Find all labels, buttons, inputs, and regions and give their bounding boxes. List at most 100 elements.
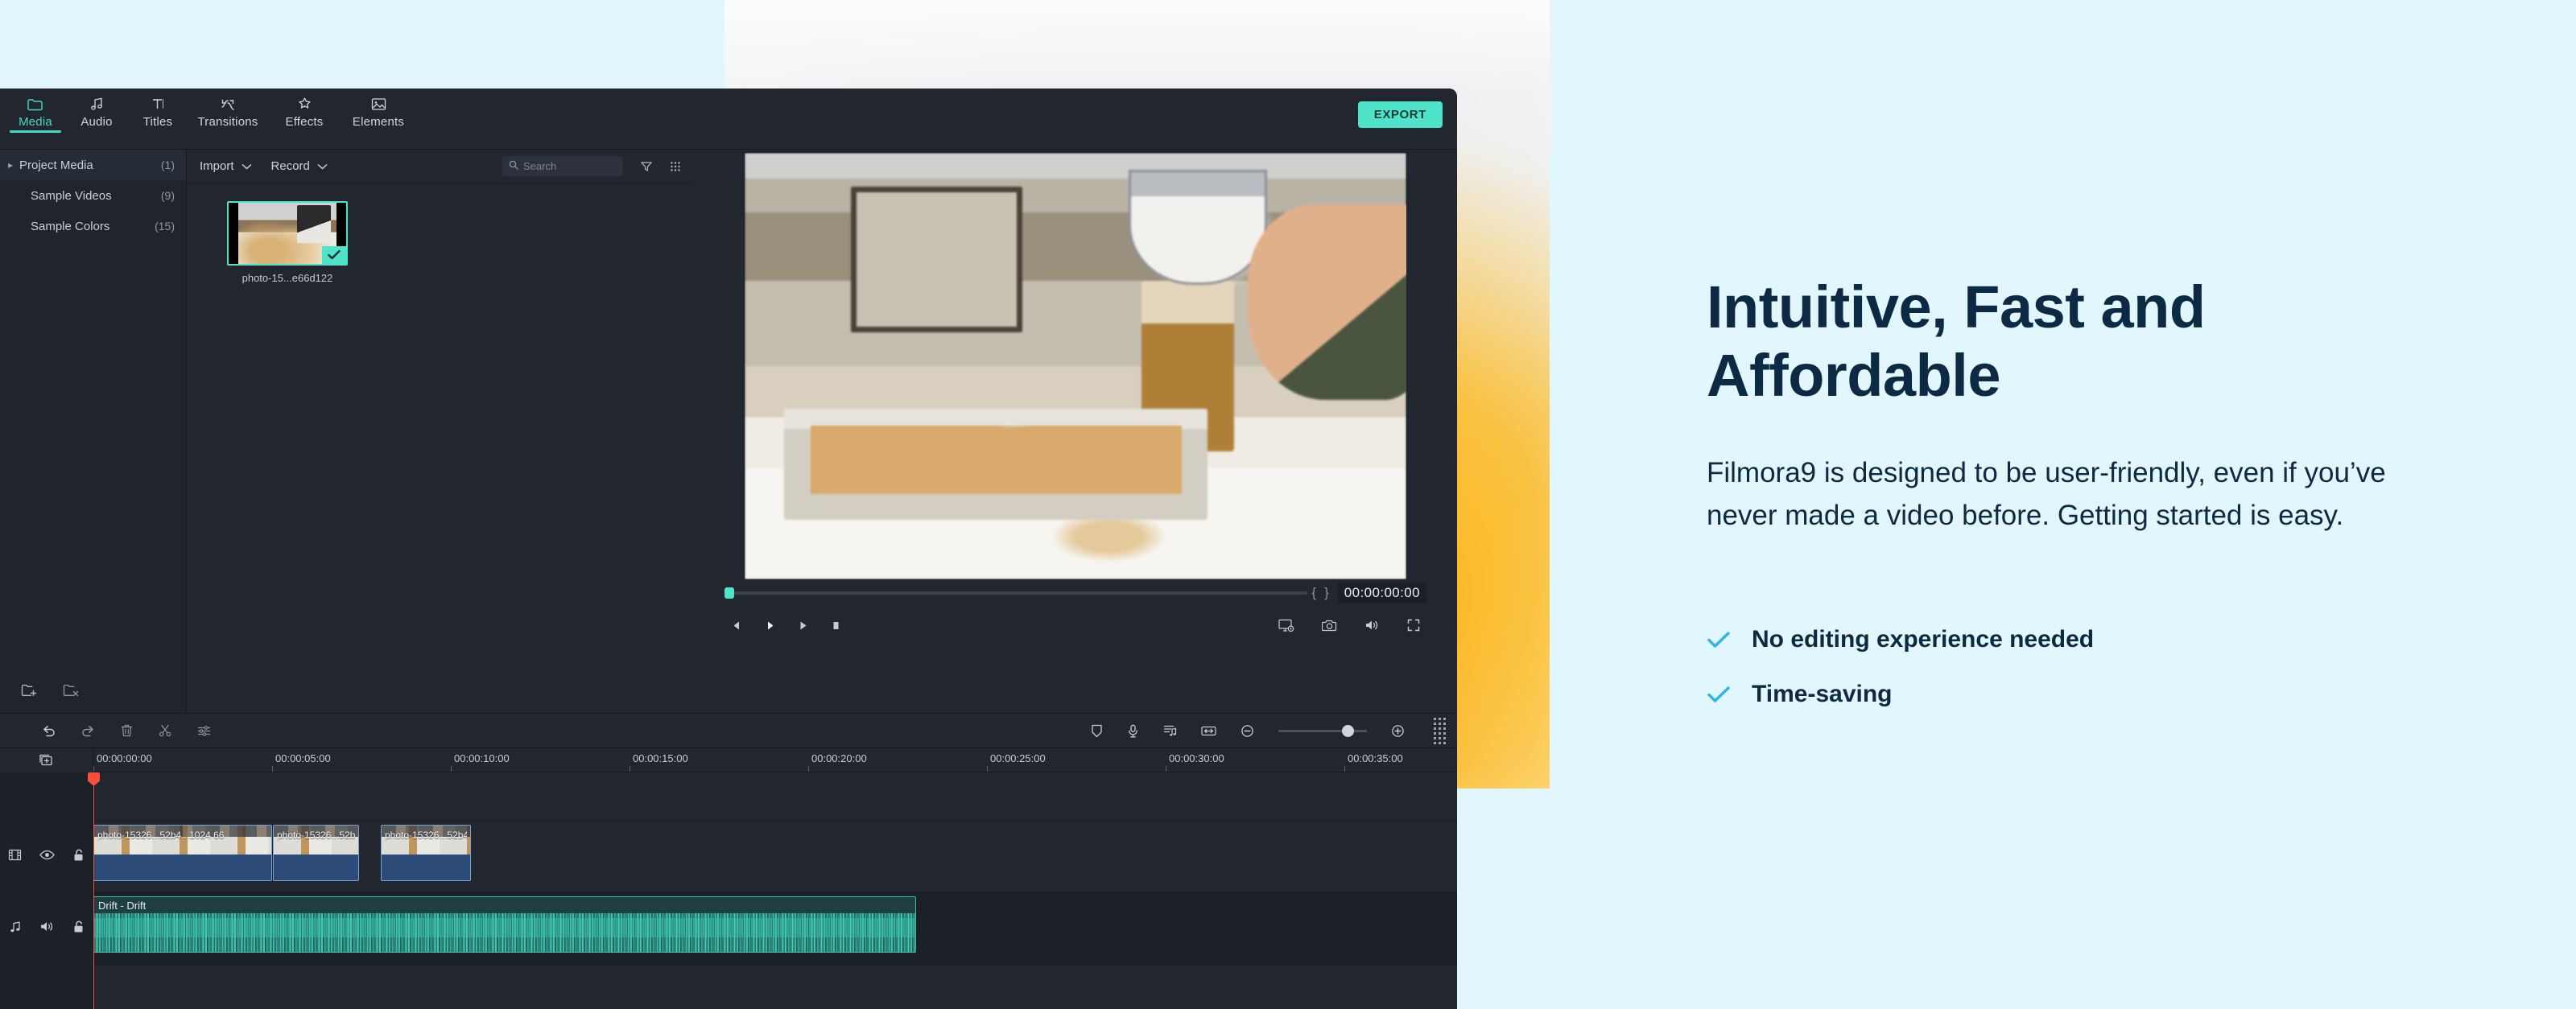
promo-feature-label: No editing experience needed <box>1752 625 2095 653</box>
preview-scrubber-handle[interactable] <box>724 587 734 599</box>
add-track-button[interactable] <box>0 748 93 772</box>
fit-to-timeline-icon[interactable] <box>1201 725 1216 737</box>
ruler-tick-label: 00:00:00:00 <box>97 752 152 764</box>
track-header-audio <box>0 893 93 964</box>
mark-in-button[interactable]: { <box>1307 585 1320 601</box>
preview-scrubber[interactable] <box>724 587 1308 599</box>
redo-icon[interactable] <box>81 725 95 737</box>
undo-icon[interactable] <box>42 725 56 737</box>
adjust-sliders-icon[interactable] <box>197 725 211 737</box>
color-shield-icon[interactable] <box>1091 724 1103 738</box>
import-dropdown[interactable]: Import <box>200 159 252 173</box>
mark-out-button[interactable]: } <box>1320 585 1333 601</box>
unlock-icon[interactable] <box>72 920 85 937</box>
volume-icon[interactable] <box>1364 619 1380 632</box>
timeline-track-audio: Drift - Drift <box>0 893 1457 965</box>
tab-effects[interactable]: Effects <box>267 89 341 129</box>
background-top-fade <box>724 0 1550 97</box>
record-label: Record <box>270 159 310 173</box>
search-input[interactable]: Search <box>502 156 623 176</box>
transition-arrows-icon <box>220 95 236 113</box>
tab-audio[interactable]: Audio <box>66 89 127 129</box>
eye-visible-icon[interactable] <box>39 850 55 864</box>
tab-media[interactable]: Media <box>5 89 66 133</box>
scene-cookie-dough <box>811 426 1182 494</box>
previous-frame-icon[interactable] <box>731 620 743 632</box>
media-browser-panel: Import Record Search photo-15...e66d122 <box>187 150 694 713</box>
timeline-zoom-handle[interactable] <box>1342 724 1355 737</box>
main-tab-bar: Media Audio Titles Transitions Effects E… <box>0 89 1457 150</box>
export-button[interactable]: EXPORT <box>1357 101 1443 128</box>
library-item-project-media[interactable]: ▸ Project Media (1) <box>0 150 186 180</box>
clip-name-label: photo-15326...52b4...1024 66 <box>385 830 467 841</box>
tab-elements-label: Elements <box>352 115 405 129</box>
image-icon <box>371 95 386 113</box>
video-preview[interactable] <box>745 153 1406 579</box>
detach-audio-icon[interactable] <box>1163 724 1177 737</box>
film-strip-icon[interactable] <box>8 849 22 865</box>
add-folder-icon[interactable] <box>21 683 39 702</box>
timeline-video-clip[interactable]: photo-15326...52b4...1024 66 <box>273 825 359 881</box>
chevron-right-icon: ▸ <box>8 159 14 171</box>
tab-titles[interactable]: Titles <box>127 89 188 129</box>
check-icon <box>1707 630 1731 649</box>
timeline-zoom-slider[interactable] <box>1278 724 1367 737</box>
track-body-spacer[interactable] <box>93 965 1457 1009</box>
import-label: Import <box>200 159 234 173</box>
unlock-icon[interactable] <box>72 849 85 866</box>
voiceover-mic-icon[interactable] <box>1127 724 1139 738</box>
ruler-tick-label: 00:00:35:00 <box>1348 752 1403 764</box>
delete-icon[interactable] <box>121 724 133 737</box>
ruler-tick-label: 00:00:20:00 <box>811 752 867 764</box>
clip-name-label: photo-15326...52b4...1024 66 <box>277 830 355 841</box>
timeline-video-clip[interactable]: photo-15326...52b4...1024 66 <box>93 825 272 881</box>
text-t-icon <box>151 95 165 113</box>
search-icon <box>509 159 518 174</box>
remove-folder-icon[interactable] <box>63 683 80 702</box>
scene-flour-sifter <box>1128 170 1268 286</box>
zoom-out-button[interactable] <box>1241 724 1254 738</box>
track-body-video[interactable]: photo-15326...52b4...1024 66 photo-15326.… <box>93 822 1457 892</box>
grid-view-icon[interactable] <box>670 161 681 172</box>
preview-timecode[interactable]: 00:00:00:00 <box>1337 583 1426 603</box>
split-scissors-icon[interactable] <box>159 724 171 737</box>
audio-clip-name-label: Drift - Drift <box>98 900 147 912</box>
tab-transitions[interactable]: Transitions <box>188 89 267 129</box>
promo-paragraph: Filmora9 is designed to be user-friendly… <box>1707 457 2386 532</box>
timeline-tracks: photo-15326...52b4...1024 66 photo-15326.… <box>0 772 1457 1009</box>
display-settings-icon[interactable] <box>1278 619 1294 632</box>
library-tree-panel: ▸ Project Media (1) Sample Videos (9) Sa… <box>0 150 187 713</box>
ruler-tick-mark <box>451 766 452 772</box>
ruler-tick-label: 00:00:15:00 <box>633 752 688 764</box>
snapshot-camera-icon[interactable] <box>1322 619 1337 632</box>
track-header-video <box>0 822 93 892</box>
record-dropdown[interactable]: Record <box>271 159 328 173</box>
timeline-video-clip[interactable]: photo-15326...52b4...1024 66 <box>381 825 471 881</box>
tab-elements[interactable]: Elements <box>341 89 415 129</box>
preview-scrub-row: { } 00:00:00:00 <box>713 579 1438 607</box>
preview-panel: { } 00:00:00:00 <box>694 150 1457 713</box>
timeline-audio-clip[interactable]: Drift - Drift <box>93 896 916 953</box>
stop-icon[interactable] <box>830 620 842 632</box>
zoom-in-button[interactable] <box>1391 724 1405 738</box>
next-frame-icon[interactable] <box>764 620 776 632</box>
music-note-icon[interactable] <box>9 920 22 937</box>
media-item[interactable]: photo-15...e66d122 <box>227 201 348 284</box>
media-thumbnail[interactable] <box>227 201 348 266</box>
track-body-audio[interactable]: Drift - Drift <box>93 893 1457 964</box>
filter-icon[interactable] <box>641 161 652 172</box>
timeline-ruler-row: 00:00:00:00 00:00:05:00 00:00:10:00 00:00:1… <box>0 748 1457 772</box>
play-icon[interactable] <box>797 620 809 632</box>
media-grid: photo-15...e66d122 <box>187 183 694 284</box>
library-item-sample-videos[interactable]: Sample Videos (9) <box>0 180 186 211</box>
promo-feature-item: Time-saving <box>1707 681 2512 708</box>
fullscreen-icon[interactable] <box>1407 619 1420 632</box>
timeline-track-empty <box>0 772 1457 822</box>
speaker-icon[interactable] <box>39 920 55 937</box>
track-body-empty[interactable] <box>93 772 1457 821</box>
panel-resize-grip[interactable] <box>1434 717 1446 744</box>
scene-tattooed-arm <box>1247 204 1406 401</box>
library-item-sample-colors[interactable]: Sample Colors (15) <box>0 211 186 241</box>
timeline-ruler[interactable]: 00:00:00:00 00:00:05:00 00:00:10:00 00:00:1… <box>93 748 1457 772</box>
check-icon <box>1707 685 1731 704</box>
